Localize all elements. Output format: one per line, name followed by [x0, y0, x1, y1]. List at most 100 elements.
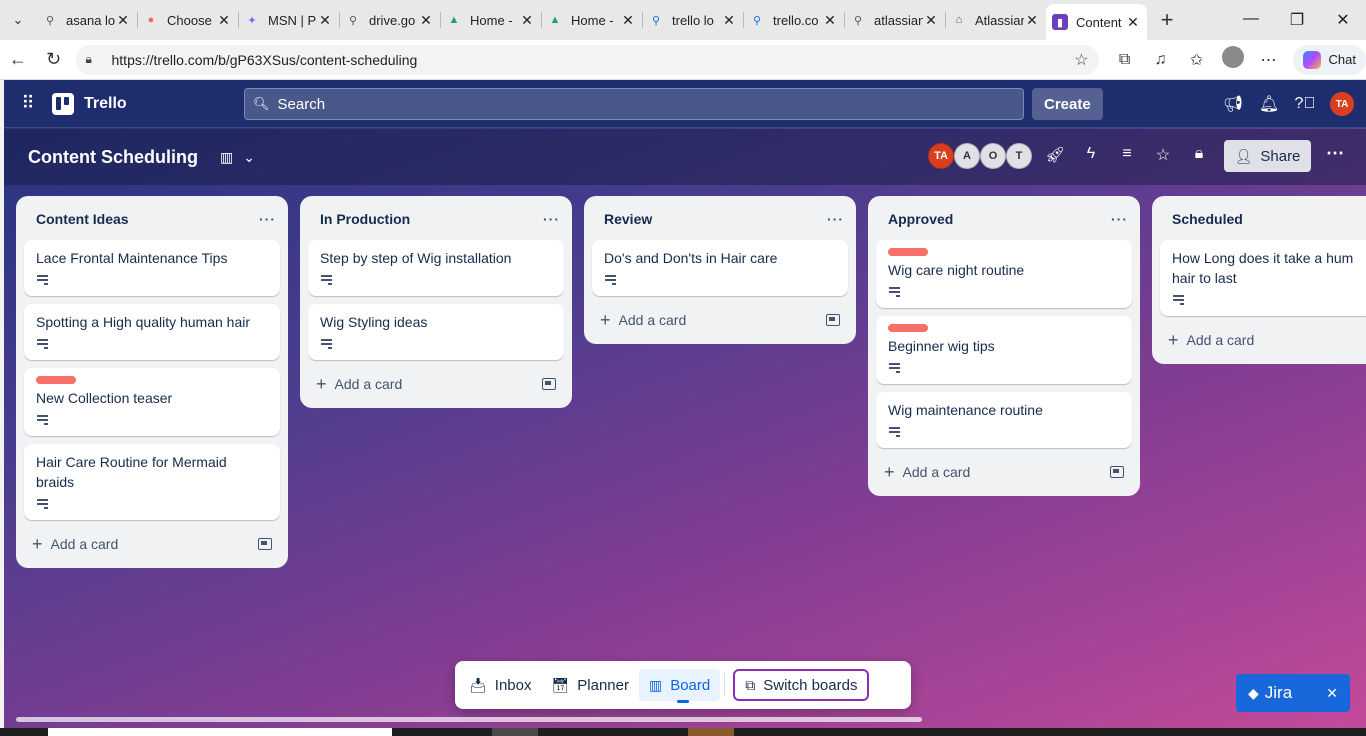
planner-tab[interactable]: 📅︎ Planner — [541, 669, 638, 701]
card[interactable]: Beginner wig tips — [876, 316, 1132, 384]
jira-promo-button[interactable]: ◆ Jira ✕ — [1236, 674, 1350, 712]
card[interactable]: Wig maintenance routine — [876, 392, 1132, 448]
close-icon[interactable]: ✕ — [317, 12, 333, 29]
search-input[interactable]: 🔍︎ Search — [244, 88, 1024, 120]
site-info-icon[interactable]: 🔒︎ — [86, 52, 104, 67]
close-icon[interactable]: ✕ — [923, 12, 939, 29]
card-template-icon[interactable] — [258, 538, 272, 550]
browser-tab[interactable]: ⚲ trello.co ✕ — [743, 4, 844, 36]
close-icon[interactable]: ✕ — [822, 12, 838, 29]
favorites-icon[interactable]: ✩ — [1179, 50, 1215, 70]
close-icon[interactable]: ✕ — [721, 12, 737, 29]
back-arrow-icon[interactable]: ← — [0, 49, 36, 70]
notifications-bell-icon[interactable]: 🔔︎ — [1258, 94, 1280, 114]
url-text[interactable]: https://trello.com/b/gP63XSus/content-sc… — [112, 52, 1075, 68]
card-template-icon[interactable] — [826, 314, 840, 326]
close-icon[interactable]: ✕ — [1326, 685, 1338, 702]
app-switcher-grid-icon[interactable]: ⠿ — [4, 93, 52, 114]
browser-menu-icon[interactable]: ⋯ — [1251, 50, 1287, 70]
list-title[interactable]: Review — [604, 211, 827, 227]
card[interactable]: Spotting a High quality human hair — [24, 304, 280, 360]
member-avatar[interactable]: O — [980, 143, 1006, 169]
copilot-chat-button[interactable]: Chat — [1292, 44, 1366, 75]
card[interactable]: Wig care night routine — [876, 240, 1132, 308]
browser-tab[interactable]: ⚲ atlassian ✕ — [844, 4, 945, 36]
card[interactable]: Lace Frontal Maintenance Tips — [24, 240, 280, 296]
add-card-button[interactable]: + Add a card — [24, 528, 280, 560]
taskbar-app[interactable] — [688, 728, 734, 736]
media-icon[interactable]: ♫ — [1143, 51, 1179, 69]
board-view-switcher[interactable]: ▥ ⌄ — [220, 149, 255, 166]
browser-tab[interactable]: ⌂ Atlassian ✕ — [945, 4, 1046, 36]
favorite-star-icon[interactable]: ☆ — [1074, 50, 1088, 70]
list-more-icon[interactable]: ··· — [543, 211, 560, 227]
create-button[interactable]: Create — [1032, 88, 1103, 120]
browser-tab[interactable]: ⚲ drive.go ✕ — [339, 4, 440, 36]
list-title[interactable]: Approved — [888, 211, 1111, 227]
extensions-puzzle-icon[interactable]: ⧉ — [1107, 51, 1143, 69]
add-card-button[interactable]: + Add a card — [592, 304, 848, 336]
list-title[interactable]: In Production — [320, 211, 543, 227]
member-avatar[interactable]: TA — [928, 143, 954, 169]
card[interactable]: Step by step of Wig installation — [308, 240, 564, 296]
trello-logo[interactable]: Trello — [52, 92, 127, 115]
add-card-button[interactable]: + Add a card — [308, 368, 564, 400]
help-icon[interactable]: ?⃝ — [1294, 95, 1316, 113]
browser-tab-active[interactable]: ▮ Content ✕ — [1046, 4, 1147, 40]
board-title[interactable]: Content Scheduling — [28, 147, 198, 168]
share-button[interactable]: 👤︎ Share — [1224, 140, 1311, 172]
announcements-megaphone-icon[interactable]: 📢︎ — [1222, 94, 1244, 114]
member-avatar[interactable]: T — [1006, 143, 1032, 169]
switch-boards-button[interactable]: ⧉ Switch boards — [733, 669, 870, 701]
visibility-lock-icon[interactable]: 🔒︎ — [1188, 145, 1210, 165]
board-tab[interactable]: ▥ Board — [638, 669, 721, 703]
automation-lightning-icon[interactable]: ϟ — [1080, 145, 1102, 165]
card-template-icon[interactable] — [1110, 466, 1124, 478]
taskbar-search[interactable] — [48, 728, 392, 736]
user-avatar[interactable]: TA — [1330, 92, 1354, 116]
tab-actions-chevron-icon[interactable]: ⌄ — [0, 0, 36, 40]
list-more-icon[interactable]: ··· — [1111, 211, 1128, 227]
card[interactable]: How Long does it take a hum hair to last — [1160, 240, 1366, 316]
list-title[interactable]: Content Ideas — [36, 211, 259, 227]
card[interactable]: Hair Care Routine for Mermaid braids — [24, 444, 280, 520]
close-icon[interactable]: ✕ — [1024, 12, 1040, 29]
close-icon[interactable]: ✕ — [1125, 14, 1141, 31]
list-title[interactable]: Scheduled — [1172, 211, 1360, 227]
browser-tab[interactable]: ● Choose ✕ — [137, 4, 238, 36]
close-icon[interactable]: ✕ — [216, 12, 232, 29]
close-icon[interactable]: ✕ — [115, 12, 131, 29]
card-label-red[interactable] — [888, 324, 928, 332]
browser-tab[interactable]: ✦ MSN | P ✕ — [238, 4, 339, 36]
refresh-icon[interactable]: ↻ — [36, 49, 72, 70]
address-bar[interactable]: 🔒︎ https://trello.com/b/gP63XSus/content… — [75, 44, 1099, 75]
browser-tab[interactable]: ⚲ trello lo ✕ — [642, 4, 743, 36]
close-icon[interactable]: ✕ — [620, 12, 636, 29]
list-more-icon[interactable]: ··· — [259, 211, 276, 227]
minimize-icon[interactable]: — — [1228, 10, 1274, 30]
list-more-icon[interactable]: ··· — [827, 211, 844, 227]
taskbar-app[interactable] — [492, 728, 538, 736]
restore-icon[interactable]: ❐ — [1274, 10, 1320, 30]
member-avatar[interactable]: A — [954, 143, 980, 169]
close-icon[interactable]: ✕ — [418, 12, 434, 29]
card[interactable]: Do's and Don'ts in Hair care — [592, 240, 848, 296]
star-icon[interactable]: ☆ — [1152, 145, 1174, 165]
inbox-tab[interactable]: 📥︎ Inbox — [459, 669, 541, 701]
power-ups-rocket-icon[interactable]: 🚀︎ — [1044, 145, 1066, 165]
add-card-button[interactable]: + Add a card — [1160, 324, 1364, 356]
new-tab-plus-icon[interactable]: + — [1147, 7, 1187, 33]
close-icon[interactable]: ✕ — [519, 12, 535, 29]
browser-tab[interactable]: ▲ Home - ✕ — [541, 4, 642, 36]
browser-tab[interactable]: ⚲ asana lo ✕ — [36, 4, 137, 36]
window-close-icon[interactable]: ✕ — [1320, 10, 1366, 30]
browser-tab[interactable]: ▲ Home - ✕ — [440, 4, 541, 36]
card[interactable]: Wig Styling ideas — [308, 304, 564, 360]
add-card-button[interactable]: + Add a card — [876, 456, 1132, 488]
card-label-red[interactable] — [36, 376, 76, 384]
horizontal-scrollbar[interactable] — [16, 717, 922, 722]
card[interactable]: New Collection teaser — [24, 368, 280, 436]
card-label-red[interactable] — [888, 248, 928, 256]
card-template-icon[interactable] — [542, 378, 556, 390]
profile-avatar[interactable] — [1215, 46, 1251, 73]
